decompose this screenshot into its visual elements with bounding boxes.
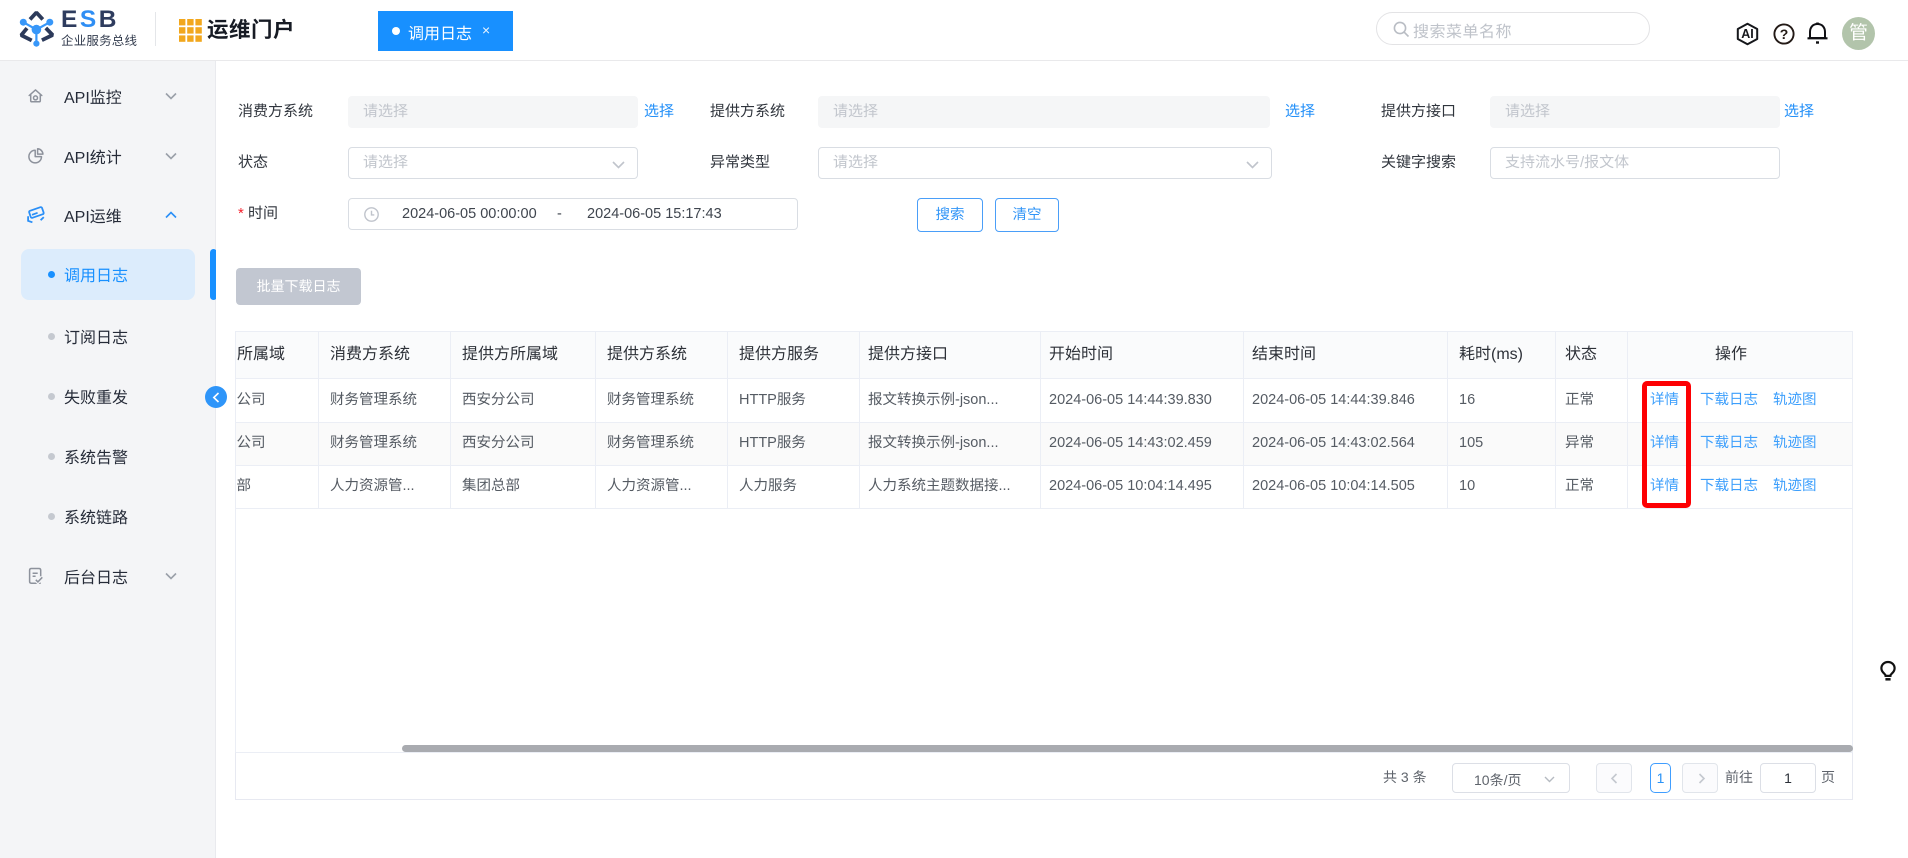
svg-text:?: ? xyxy=(1780,26,1789,42)
svg-text:AI: AI xyxy=(1741,27,1754,41)
